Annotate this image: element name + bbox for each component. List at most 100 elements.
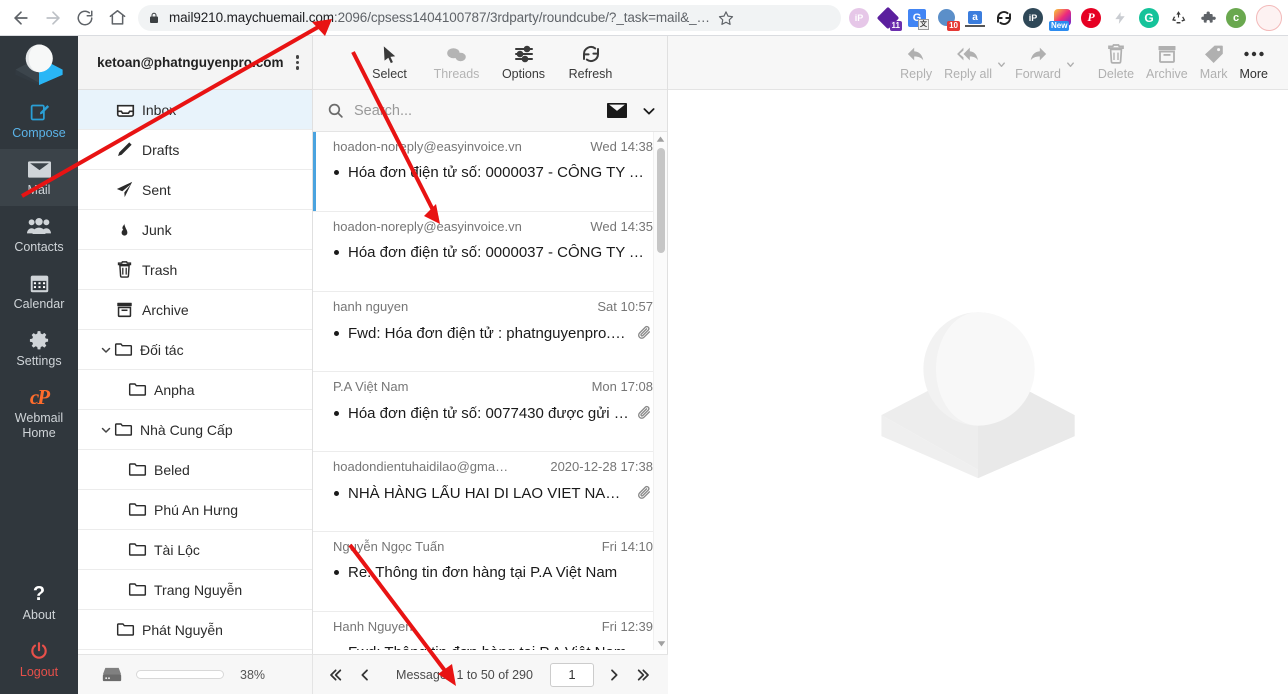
- message-date: Fri 14:10: [601, 539, 653, 554]
- folder-item-ph-an-h-ng[interactable]: Phú An Hưng: [78, 490, 312, 530]
- folder-item-t-i-l-c[interactable]: Tài Lộc: [78, 530, 312, 570]
- pagination-controls: Messages 1 to 50 of 290: [313, 662, 668, 687]
- message-row[interactable]: hoadondientuhaidilao@gma… 2020-12-28 17:3…: [313, 452, 667, 532]
- message-row-header: hoadon-noreply@easyinvoice.vn Wed 14:35: [333, 219, 653, 234]
- profile-ring-icon[interactable]: [1256, 4, 1282, 31]
- action-dropdown-caret-icon[interactable]: [996, 57, 1007, 75]
- sidebar-item-calendar[interactable]: Calendar: [0, 263, 78, 320]
- bookmark-star-icon[interactable]: [718, 10, 734, 26]
- threads-bubbles-icon: [423, 42, 490, 66]
- action-dropdown-caret-icon[interactable]: [1065, 57, 1076, 75]
- message-row[interactable]: P.A Việt Nam Mon 17:08 Hóa đơn điện tử số:…: [313, 372, 667, 452]
- folder-icon: [114, 421, 140, 438]
- reload-button[interactable]: [70, 3, 100, 33]
- folder-item-ph-t-nguy-n[interactable]: Phát Nguyễn: [78, 610, 312, 650]
- message-sender: Nguyễn Ngọc Tuấn: [333, 539, 445, 554]
- chrome-profile-avatar[interactable]: c: [1226, 7, 1246, 28]
- folder-label: Tài Lộc: [154, 541, 200, 558]
- search-options-chevron-down-icon[interactable]: [641, 103, 657, 119]
- folder-item-trash[interactable]: Trash: [78, 250, 312, 290]
- folder-icon: [128, 461, 154, 478]
- grammarly-icon[interactable]: G: [1139, 7, 1159, 28]
- folder-list: Inbox Drafts Sent Junk Trash Archive Đối tác An…: [78, 90, 312, 694]
- message-rows: hoadon-noreply@easyinvoice.vn Wed 14:38 Hó…: [313, 132, 667, 650]
- lightning-icon[interactable]: [1110, 8, 1130, 28]
- pocket-diamond-icon[interactable]: 11: [876, 6, 902, 31]
- action-label: Forward: [1015, 67, 1061, 81]
- folder-item-archive[interactable]: Archive: [78, 290, 312, 330]
- message-sender: hoadon-noreply@easyinvoice.vn: [333, 139, 522, 154]
- page-number-input[interactable]: [550, 662, 594, 687]
- quota-bar: [136, 670, 224, 679]
- home-button[interactable]: [102, 3, 132, 33]
- toolbar-button-threads: Threads: [423, 42, 490, 81]
- globe-icon[interactable]: 10: [936, 8, 960, 31]
- sidebar-item-compose[interactable]: Compose: [0, 92, 78, 149]
- message-row[interactable]: hanh nguyen Sat 10:57 Fwd: Hóa đơn điện tử…: [313, 292, 667, 372]
- folder-item-drafts[interactable]: Drafts: [78, 130, 312, 170]
- amazon-assistant-icon[interactable]: a: [965, 8, 985, 28]
- folder-item-nh-cung-c-p[interactable]: Nhà Cung Cấp: [78, 410, 312, 450]
- folder-item-trang-nguy-n[interactable]: Trang Nguyễn: [78, 570, 312, 610]
- scroll-down-arrow-icon[interactable]: [654, 636, 667, 650]
- folder-item-sent[interactable]: Sent: [78, 170, 312, 210]
- folder-item-inbox[interactable]: Inbox: [78, 90, 312, 130]
- account-email: ketoan@phatnguyenpro.com: [97, 55, 284, 70]
- back-button[interactable]: [6, 3, 36, 33]
- search-input[interactable]: [354, 102, 607, 119]
- message-row[interactable]: hoadon-noreply@easyinvoice.vn Wed 14:38 Hó…: [313, 132, 667, 212]
- extensions-puzzle-icon[interactable]: [1197, 8, 1217, 28]
- folder-item-junk[interactable]: Junk: [78, 210, 312, 250]
- sidebar-item-mail[interactable]: Mail: [0, 149, 78, 206]
- folder-item-i-t-c[interactable]: Đối tác: [78, 330, 312, 370]
- first-page-button[interactable]: [323, 667, 351, 683]
- scrollbar-thumb[interactable]: [657, 148, 665, 253]
- unread-dot-icon: [334, 570, 339, 575]
- sidebar-item-webmail-home[interactable]: cP Webmail Home: [0, 377, 78, 449]
- pencil-icon: [116, 141, 142, 158]
- sidebar-item-about[interactable]: ? About: [0, 574, 78, 631]
- sliders-icon: [490, 42, 557, 66]
- pinterest-icon[interactable]: P: [1081, 7, 1101, 28]
- last-page-button[interactable]: [628, 667, 656, 683]
- toolbar-button-options[interactable]: Options: [490, 42, 557, 81]
- sidebar-item-contacts[interactable]: Contacts: [0, 206, 78, 263]
- message-row[interactable]: hoadon-noreply@easyinvoice.vn Wed 14:35 Hó…: [313, 212, 667, 292]
- message-row[interactable]: Nguyễn Ngọc Tuấn Fri 14:10 Re: Thông tin đ…: [313, 532, 667, 612]
- folder-expand-caret-icon[interactable]: [100, 424, 114, 436]
- folder-expand-caret-icon[interactable]: [100, 344, 114, 356]
- address-bar[interactable]: mail9210.maychuemail.com:2096/cpsess1404…: [138, 4, 841, 31]
- message-list-toolbar: Select Threads Options Refresh: [313, 36, 667, 90]
- folder-label: Nhà Cung Cấp: [140, 421, 233, 438]
- instagram-icon[interactable]: New: [1049, 8, 1072, 31]
- scroll-up-arrow-icon[interactable]: [654, 132, 667, 146]
- folder-item-anpha[interactable]: Anpha: [78, 370, 312, 410]
- google-translate-icon[interactable]: G 文: [907, 7, 929, 30]
- ip-circle-icon[interactable]: iP: [849, 7, 869, 28]
- message-row[interactable]: Hanh Nguyen Fri 12:39 Fwd: Thông tin đơn h…: [313, 612, 667, 650]
- message-row-header: hanh nguyen Sat 10:57: [333, 299, 653, 314]
- folder-item-beled[interactable]: Beled: [78, 450, 312, 490]
- refresh-extension-icon[interactable]: [994, 8, 1014, 28]
- sidebar-item-settings[interactable]: Settings: [0, 320, 78, 377]
- toolbar-button-select[interactable]: Select: [356, 42, 423, 81]
- globe-badge: 10: [947, 20, 960, 31]
- folder-icon: [114, 341, 140, 358]
- ip-dark-circle-icon[interactable]: iP: [1023, 7, 1043, 28]
- sidebar-item-logout[interactable]: Logout: [0, 631, 78, 694]
- sidebar-label-webmail-home: Webmail Home: [14, 411, 64, 440]
- message-date: Mon 17:08: [591, 379, 653, 394]
- forward-button[interactable]: [38, 3, 68, 33]
- refresh-icon: [557, 42, 624, 66]
- toolbar-button-refresh[interactable]: Refresh: [557, 42, 624, 81]
- search-scope-envelope-icon[interactable]: [607, 103, 627, 118]
- message-preview-panel: Reply Reply all Forward Delete Archive Mark Mo…: [668, 36, 1288, 694]
- account-options-kebab-icon[interactable]: [293, 51, 303, 74]
- message-sender: Hanh Nguyen: [333, 619, 413, 634]
- search-bar: [313, 90, 667, 132]
- action-button-more[interactable]: More: [1234, 42, 1274, 81]
- message-list-scrollbar[interactable]: [653, 132, 667, 650]
- next-page-button[interactable]: [600, 667, 628, 683]
- previous-page-button[interactable]: [351, 667, 379, 683]
- recycle-icon[interactable]: [1168, 8, 1188, 28]
